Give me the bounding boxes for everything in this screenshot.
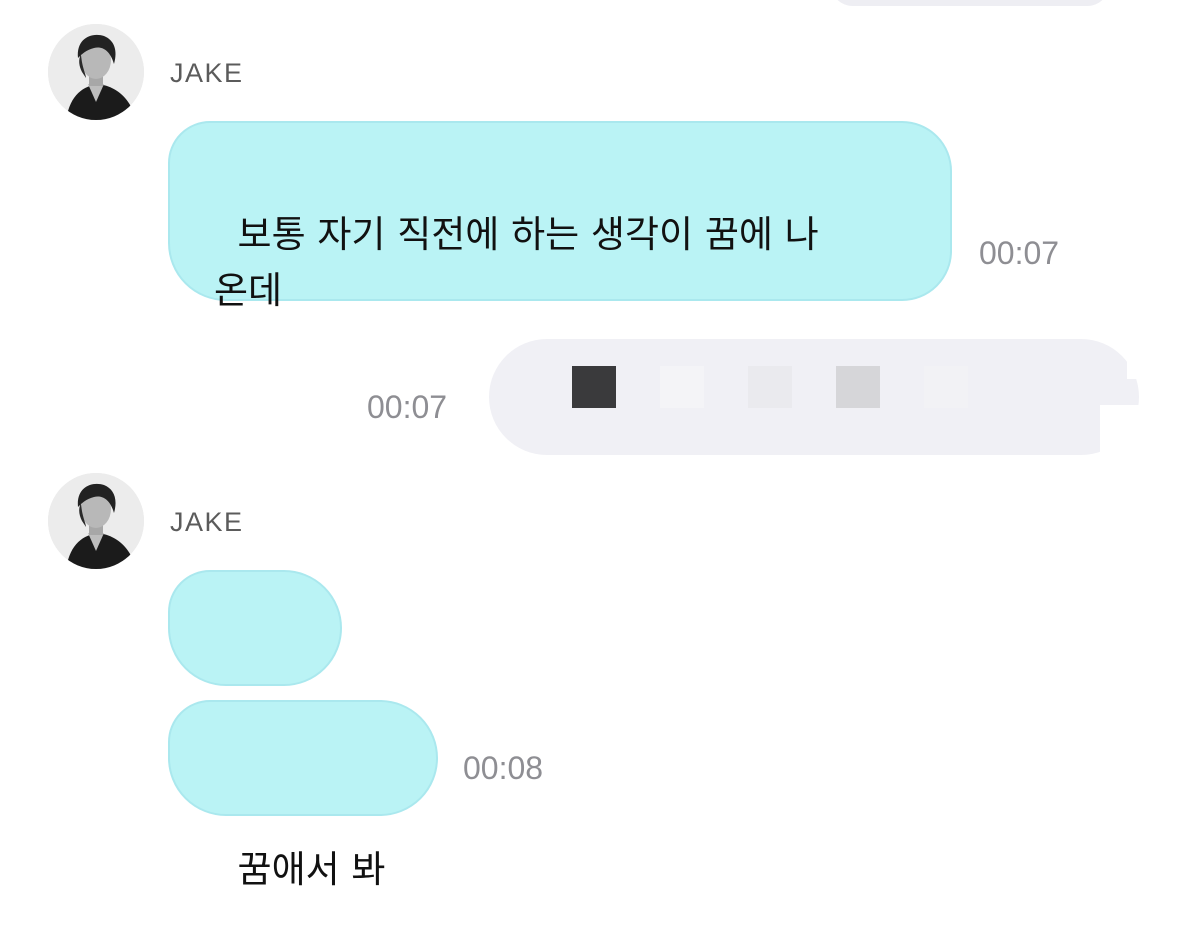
redaction-block [660,366,704,408]
message-bubble[interactable]: 공주 [168,570,342,761]
redaction-edge [1100,405,1141,455]
profile-photo-icon [48,473,144,569]
sender-name: JAKE [170,58,244,88]
previous-message-bubble [830,0,1110,6]
message-text: 꿈애서 봐 [237,848,386,891]
redaction-block [924,366,968,408]
message-time: 00:08 [463,750,544,786]
message-time: 00:07 [979,235,1060,271]
message-time: 00:07 [367,389,448,425]
message-bubble[interactable]: 꿈애서 봐 [168,700,438,891]
avatar[interactable] [48,24,144,120]
sender-name: JAKE [170,507,244,537]
profile-photo-icon [48,24,144,120]
redaction-block [748,366,792,408]
avatar[interactable] [48,473,144,569]
redaction-block [572,366,616,408]
redaction-block [836,366,880,408]
message-text: 보통 자기 직전에 하는 생각이 꿈에 나 온데 [214,213,819,312]
message-bubble[interactable]: 보통 자기 직전에 하는 생각이 꿈에 나 온데 [168,121,952,312]
redaction-edge [1127,339,1141,379]
